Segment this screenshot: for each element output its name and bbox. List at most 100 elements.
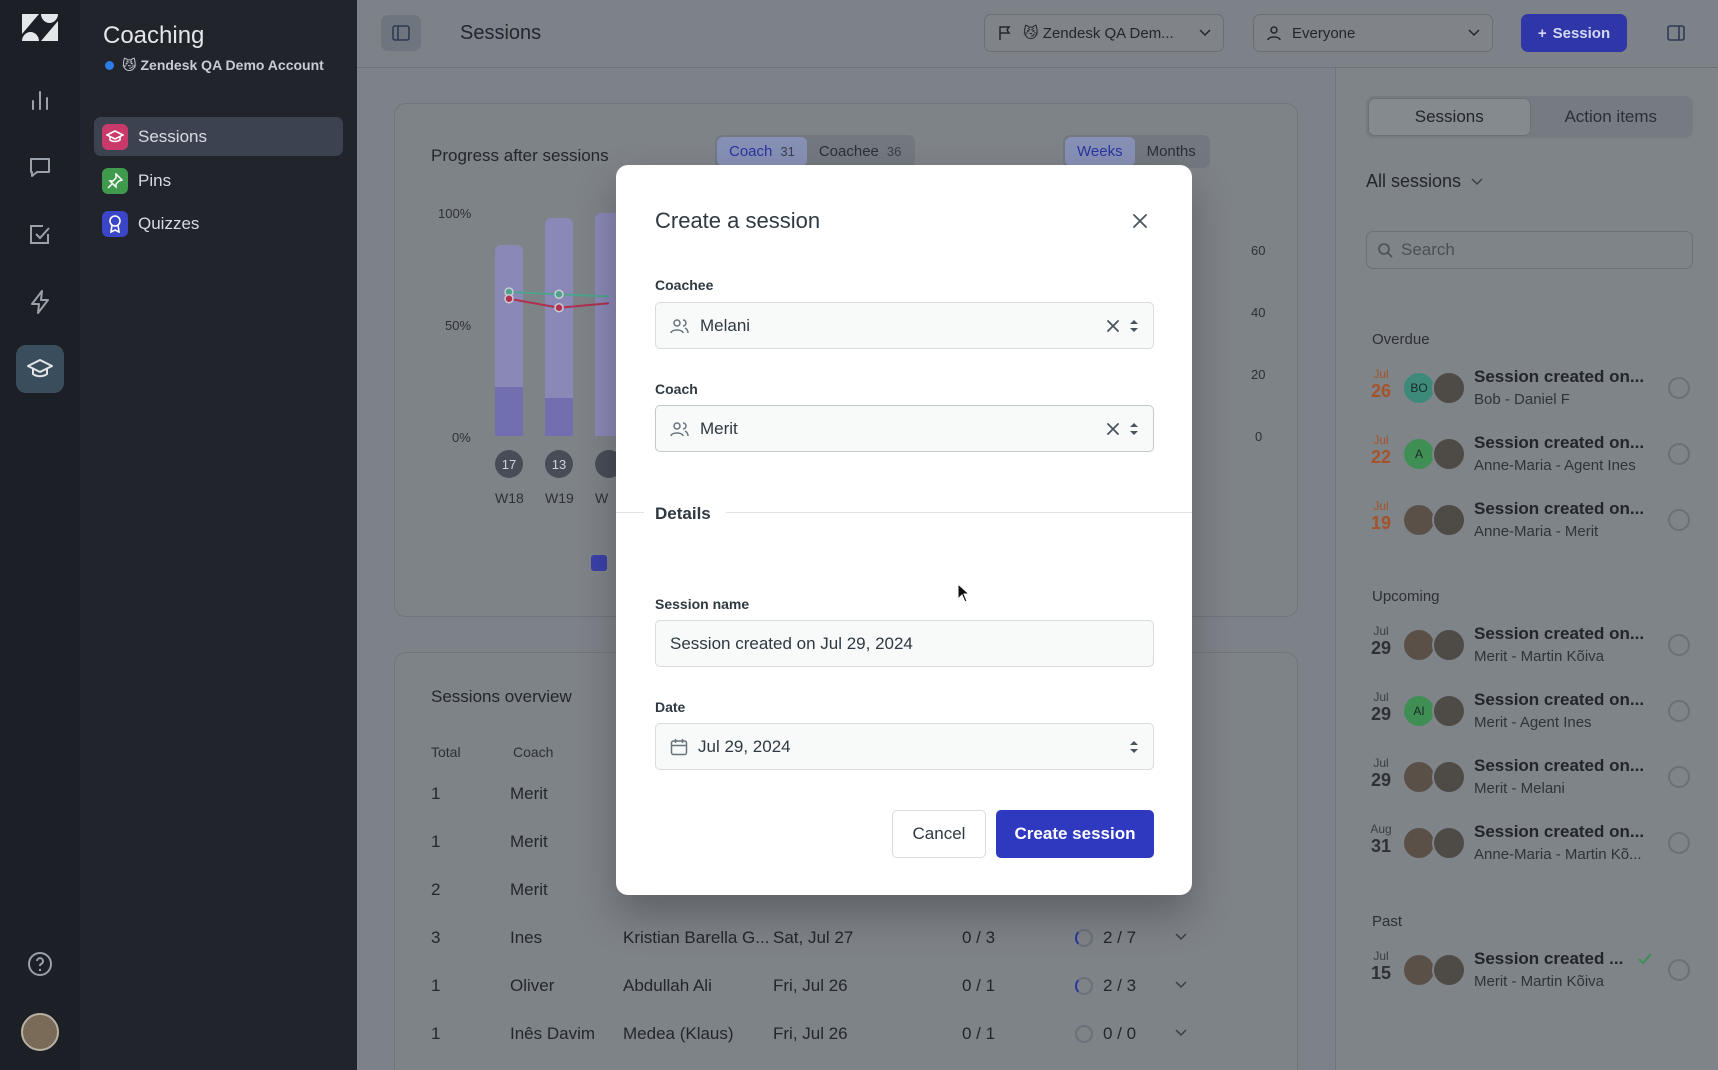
column-header: Coach bbox=[513, 744, 554, 760]
nav-item-sessions[interactable]: Sessions bbox=[94, 117, 343, 156]
overview-title: Sessions overview bbox=[431, 687, 572, 706]
progress-ring-icon bbox=[1075, 1025, 1093, 1043]
complete-toggle[interactable] bbox=[1668, 832, 1690, 854]
people-select[interactable]: Everyone bbox=[1253, 14, 1493, 52]
avatar bbox=[1432, 371, 1466, 405]
cell-coach: Merit bbox=[510, 832, 548, 851]
help-icon[interactable] bbox=[16, 940, 64, 988]
clear-icon[interactable] bbox=[1107, 319, 1119, 332]
session-name-label: Session name bbox=[655, 596, 750, 612]
add-session-button[interactable]: + Session bbox=[1521, 14, 1627, 52]
tab-action-items[interactable]: Action items bbox=[1531, 98, 1692, 136]
details-heading: Details bbox=[655, 504, 711, 523]
account-name: 😼 Zendesk QA Demo Account bbox=[122, 57, 324, 73]
check-icon bbox=[1638, 953, 1652, 965]
complete-toggle[interactable] bbox=[1668, 700, 1690, 722]
session-participants: Merit - Agent Ines bbox=[1474, 714, 1592, 731]
coach-select[interactable]: Merit bbox=[655, 405, 1154, 452]
close-icon[interactable] bbox=[1126, 207, 1154, 235]
complete-toggle[interactable] bbox=[1668, 443, 1690, 465]
clear-icon[interactable] bbox=[1107, 422, 1119, 435]
session-list-item[interactable]: Aug 31 Session created on... Anne-Maria - M… bbox=[1366, 822, 1696, 870]
coachee-select[interactable]: Melani bbox=[655, 302, 1154, 349]
nav-item-pins[interactable]: Pins bbox=[94, 161, 343, 200]
panel-toggle-button[interactable] bbox=[1656, 15, 1696, 51]
zendesk-logo-icon[interactable] bbox=[22, 14, 58, 42]
chevron-down-icon[interactable] bbox=[1175, 1029, 1187, 1037]
session-list-item[interactable]: Jul 29 Session created on... Merit - Melani bbox=[1366, 756, 1696, 804]
create-session-button[interactable]: Create session bbox=[996, 810, 1154, 858]
complete-toggle[interactable] bbox=[1668, 959, 1690, 981]
session-name-input[interactable]: Session created on Jul 29, 2024 bbox=[655, 620, 1154, 667]
avatar bbox=[1432, 953, 1466, 987]
nav-item-quizzes[interactable]: Quizzes bbox=[94, 204, 343, 243]
sidebar-toggle-button[interactable] bbox=[381, 15, 421, 51]
cell-items: 0 / 0 bbox=[1103, 1024, 1137, 1043]
progress-ring-icon bbox=[1075, 929, 1093, 947]
session-list-item[interactable]: Jul 26 BO Session created on... Bob - Daniel… bbox=[1366, 367, 1696, 415]
session-date: Jul 29 bbox=[1370, 624, 1392, 658]
coachee-value: Melani bbox=[700, 315, 751, 335]
graduation-cap-icon bbox=[102, 123, 128, 150]
session-participants: Merit - Martin Kõiva bbox=[1474, 648, 1605, 665]
session-list-item[interactable]: Jul 15 Session created ... Merit - Martin K… bbox=[1366, 949, 1696, 997]
dialog-title: Create a session bbox=[655, 208, 821, 233]
avatar bbox=[1432, 760, 1466, 794]
x-tick-label: W bbox=[595, 490, 609, 506]
divider bbox=[726, 512, 1192, 513]
search-input[interactable]: Search bbox=[1366, 231, 1693, 269]
conversations-icon[interactable] bbox=[16, 143, 64, 191]
nav-item-label: Quizzes bbox=[138, 213, 200, 233]
complete-toggle[interactable] bbox=[1668, 509, 1690, 531]
coaching-icon[interactable] bbox=[16, 345, 64, 393]
chevron-down-icon[interactable] bbox=[1175, 933, 1187, 941]
chart-point bbox=[554, 289, 564, 299]
session-title: Session created on... bbox=[1474, 822, 1645, 841]
session-list-item[interactable]: Jul 29 AI Session created on... Merit - Agen… bbox=[1366, 690, 1696, 738]
cell-coach: Inês Davim bbox=[510, 1024, 596, 1043]
account-indicator[interactable]: 😼 Zendesk QA Demo Account bbox=[105, 57, 324, 74]
sessions-filter[interactable]: All sessions bbox=[1366, 171, 1483, 192]
award-icon bbox=[102, 210, 128, 237]
nav-item-label: Pins bbox=[138, 170, 172, 190]
session-title: Session created on... bbox=[1474, 690, 1645, 709]
session-title: Session created on... bbox=[1474, 499, 1645, 518]
top-bar: Sessions 😼 Zendesk QA Dem... Everyone + … bbox=[357, 0, 1718, 68]
automations-icon[interactable] bbox=[16, 278, 64, 326]
create-session-dialog: Create a session Coachee Melani Coach Me… bbox=[616, 165, 1192, 895]
coach-label: Coach bbox=[655, 381, 698, 397]
avatar bbox=[1402, 760, 1436, 794]
session-list-item[interactable]: Jul 19 Session created on... Anne-Maria - M… bbox=[1366, 499, 1696, 547]
chart-point bbox=[504, 294, 514, 304]
reporting-icon[interactable] bbox=[16, 76, 64, 124]
week-count-badge: 13 bbox=[545, 450, 573, 478]
user-avatar[interactable] bbox=[21, 1013, 59, 1051]
cell-coachee: Kristian Barella G... bbox=[623, 928, 770, 947]
session-date: Jul 15 bbox=[1370, 949, 1392, 983]
group-label: Upcoming bbox=[1372, 588, 1440, 605]
coach-value: Merit bbox=[700, 418, 738, 438]
complete-toggle[interactable] bbox=[1668, 766, 1690, 788]
cell-total: 1 bbox=[431, 784, 441, 803]
legend-checkbox[interactable] bbox=[591, 555, 607, 571]
session-list-item[interactable]: Jul 29 Session created on... Merit - Martin… bbox=[1366, 624, 1696, 672]
complete-toggle[interactable] bbox=[1668, 634, 1690, 656]
workspace-select[interactable]: 😼 Zendesk QA Dem... bbox=[984, 14, 1224, 52]
flag-icon bbox=[999, 26, 1011, 40]
assignments-icon[interactable] bbox=[16, 211, 64, 259]
cell-date: Fri, Jul 26 bbox=[773, 976, 848, 995]
session-title: Session created ... bbox=[1474, 949, 1624, 968]
session-date: Aug 31 bbox=[1370, 822, 1392, 856]
coachee-label: Coachee bbox=[655, 277, 714, 293]
nav-item-label: Sessions bbox=[138, 126, 207, 146]
people-icon bbox=[670, 318, 689, 333]
date-picker[interactable]: Jul 29, 2024 bbox=[655, 723, 1154, 770]
mouse-cursor-icon bbox=[957, 583, 971, 603]
complete-toggle[interactable] bbox=[1668, 377, 1690, 399]
cancel-button[interactable]: Cancel bbox=[892, 810, 986, 858]
tab-sessions[interactable]: Sessions bbox=[1368, 98, 1531, 136]
chevron-down-icon[interactable] bbox=[1175, 981, 1187, 989]
avatar bbox=[1402, 628, 1436, 662]
session-list-item[interactable]: Jul 22 A Session created on... Anne-Maria - … bbox=[1366, 433, 1696, 481]
session-date: Jul 22 bbox=[1370, 433, 1392, 467]
